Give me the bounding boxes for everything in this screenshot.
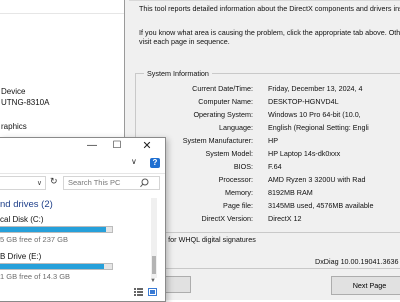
dxdiag-intro-line: This tool reports detailed information a… <box>139 4 400 13</box>
sysinfo-row: Processor: AMD Ryzen 3 3200U with Rad <box>136 175 400 185</box>
scrollbar-thumb[interactable] <box>152 256 156 274</box>
scroll-down-icon[interactable]: ▼ <box>150 278 156 284</box>
drive-c-label[interactable]: cal Disk (C:) <box>0 215 44 224</box>
sysinfo-value: DESKTOP-HGNVD4L <box>268 97 339 106</box>
sysinfo-label: Language: <box>219 123 253 132</box>
sysinfo-row: System Manufacturer: HP <box>136 136 400 146</box>
background-text-device: Device <box>1 87 26 96</box>
sysinfo-row: Memory: 8192MB RAM <box>136 188 400 198</box>
next-page-button[interactable]: Next Page <box>331 276 400 295</box>
devices-and-drives-header[interactable]: nd drives (2) <box>0 199 53 210</box>
sysinfo-value: HP Laptop 14s-dk0xxx <box>268 149 341 158</box>
minimize-icon[interactable]: — <box>81 139 103 153</box>
address-bar-divider <box>0 173 165 174</box>
background-text-graphics: raphics <box>1 122 27 131</box>
sysinfo-value: DirectX 12 <box>268 214 302 223</box>
explorer-ribbon <box>0 155 165 171</box>
sysinfo-row: DirectX Version: DirectX 12 <box>136 214 400 224</box>
search-icon <box>140 178 149 188</box>
system-information-group: System Information Current Date/Time: Fr… <box>135 69 400 233</box>
sysinfo-row: Language: English (Regional Setting: Eng… <box>136 123 400 133</box>
sysinfo-value: English (Regional Setting: Engli <box>268 123 369 132</box>
explorer-title-bar: — ☐ ✕ <box>0 138 165 154</box>
sysinfo-row: Current Date/Time: Friday, December 13, … <box>136 84 400 94</box>
file-explorer-window: — ☐ ✕ ∨ ? ∨ ↻ Search This PC nd drives (… <box>0 137 166 302</box>
close-icon[interactable]: ✕ <box>136 139 158 153</box>
chevron-down-icon[interactable]: ∨ <box>131 157 137 166</box>
sysinfo-value: 8192MB RAM <box>268 188 313 197</box>
sysinfo-value: HP <box>268 136 278 145</box>
sysinfo-row: Operating System: Windows 10 Pro 64-bit … <box>136 110 400 120</box>
drive-e-label[interactable]: B Drive (E:) <box>0 252 41 261</box>
maximize-icon[interactable]: ☐ <box>106 139 128 153</box>
background-text-model: UTNG-8310A <box>1 98 50 107</box>
drive-c-free-space: 5 GB free of 237 GB <box>0 235 68 244</box>
sysinfo-value: F.64 <box>268 162 282 171</box>
refresh-icon[interactable]: ↻ <box>50 176 58 187</box>
drive-c-usage-bar <box>0 226 113 233</box>
drive-e-usage-fill <box>0 264 105 269</box>
dxdiag-version: DxDiag 10.00.19041.3636 64 <box>315 257 400 266</box>
sysinfo-label: Current Date/Time: <box>192 84 253 93</box>
dxdiag-footer-divider <box>129 268 400 269</box>
address-dropdown[interactable]: ∨ <box>0 176 46 190</box>
dxdiag-intro-line: If you know what area is causing the pro… <box>139 28 400 37</box>
dxdiag-tab-border <box>129 0 400 1</box>
drive-e-usage-bar <box>0 263 113 270</box>
drive-c-usage-fill <box>0 227 107 232</box>
scrollbar[interactable] <box>151 198 157 278</box>
system-information-title: System Information <box>144 69 212 78</box>
tiles-view-icon[interactable] <box>148 288 157 296</box>
details-view-icon[interactable] <box>134 288 143 296</box>
background-window-toolbar <box>0 0 128 14</box>
whql-check-label[interactable]: heck for WHQL digital signatures <box>151 235 256 244</box>
sysinfo-row: Computer Name: DESKTOP-HGNVD4L <box>136 97 400 107</box>
sysinfo-label: Computer Name: <box>198 97 253 106</box>
sysinfo-value: Windows 10 Pro 64-bit (10.0, <box>268 110 361 119</box>
sysinfo-row: Page file: 3145MB used, 4576MB available <box>136 201 400 211</box>
sysinfo-value: Friday, December 13, 2024, 4 <box>268 84 363 93</box>
sysinfo-row: BIOS: F.64 <box>136 162 400 172</box>
drive-e-free-space: 1 GB free of 14.3 GB <box>0 272 71 281</box>
sysinfo-value: 3145MB used, 4576MB available <box>268 201 374 210</box>
sysinfo-row: System Model: HP Laptop 14s-dk0xxx <box>136 149 400 159</box>
help-icon[interactable]: ? <box>150 158 160 168</box>
sysinfo-label: Operating System: <box>193 110 253 119</box>
sysinfo-value: AMD Ryzen 3 3200U with Rad <box>268 175 366 184</box>
dxdiag-intro-line: visit each page in sequence. <box>139 37 230 46</box>
